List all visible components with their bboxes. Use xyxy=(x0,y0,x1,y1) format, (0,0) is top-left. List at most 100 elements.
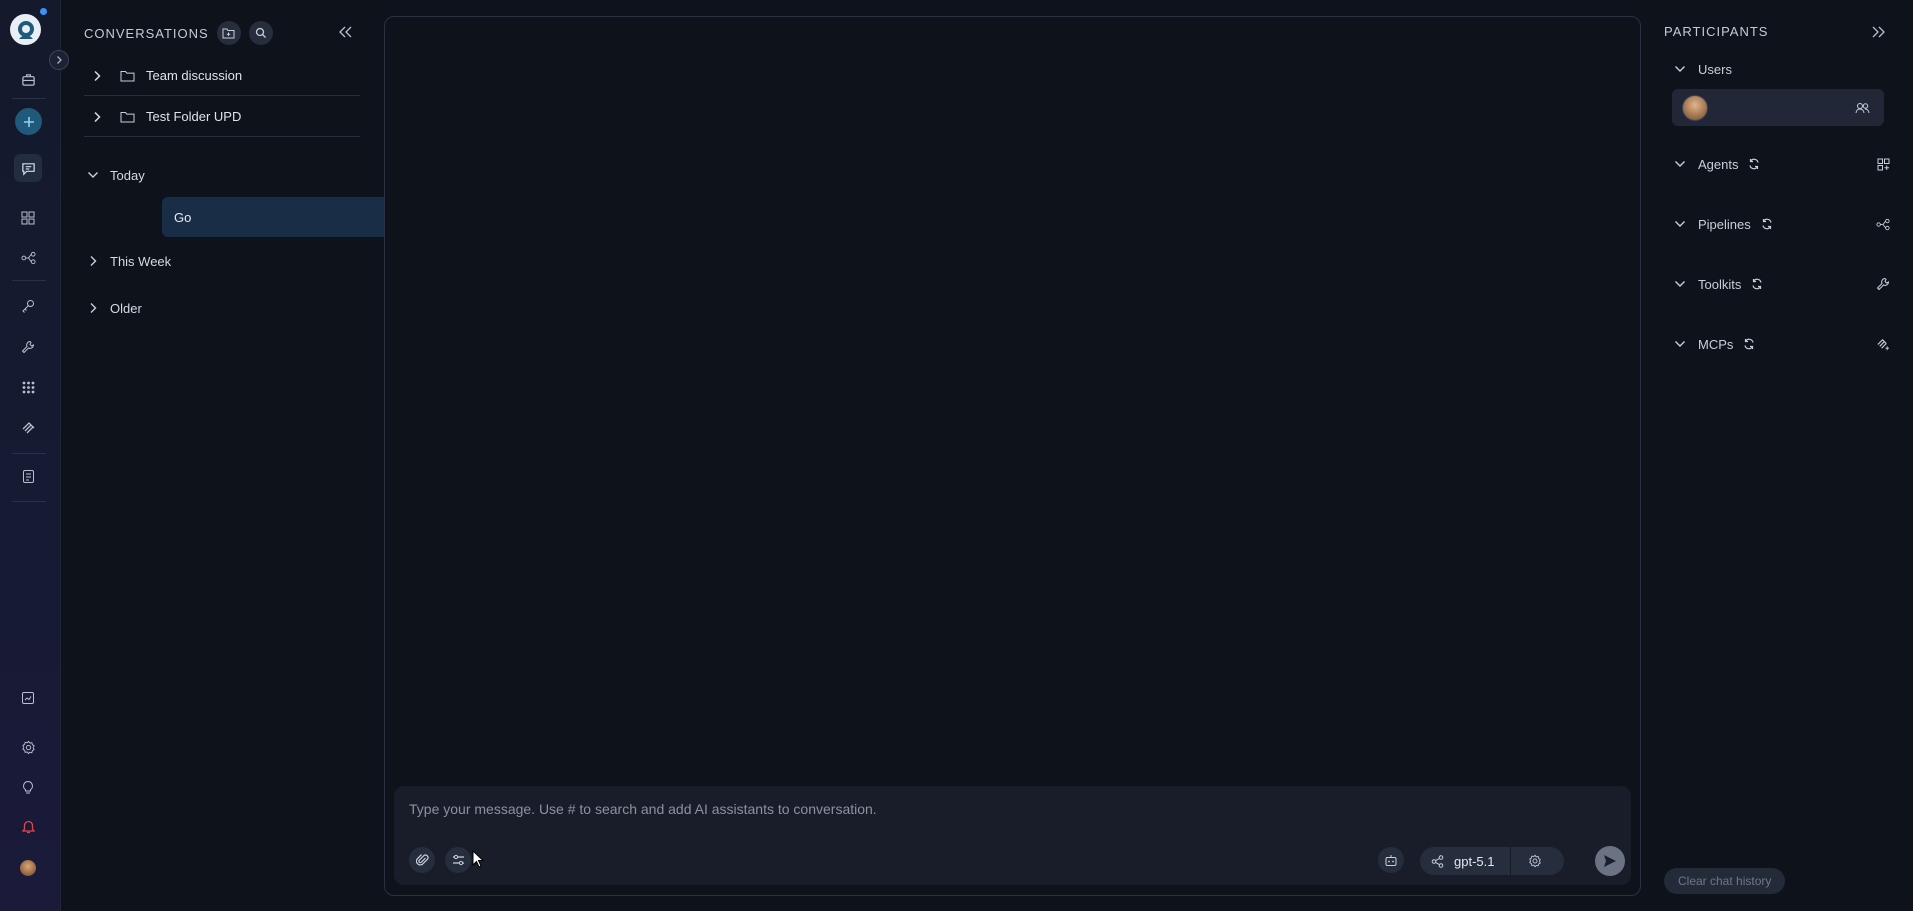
folder-icon xyxy=(120,70,136,82)
folder-icon xyxy=(120,111,136,123)
folder-row[interactable]: Team discussion xyxy=(84,56,360,96)
plus-icon xyxy=(23,116,34,127)
add-mcp-icon[interactable] xyxy=(1876,337,1890,351)
assistant-button[interactable] xyxy=(1378,847,1404,873)
rail-divider xyxy=(12,453,46,454)
collapse-conversations-button[interactable] xyxy=(335,22,355,42)
settings-icon xyxy=(21,740,35,754)
share-icon xyxy=(1420,854,1454,868)
chevron-right-icon xyxy=(86,111,108,123)
app-logo[interactable] xyxy=(10,14,41,45)
rail-tips[interactable] xyxy=(14,773,42,801)
rail-analytics[interactable] xyxy=(14,684,42,712)
expand-rail-button[interactable] xyxy=(49,50,69,70)
section-label: Users xyxy=(1698,61,1732,77)
folder-plus-icon xyxy=(222,28,235,39)
rail-credentials[interactable] xyxy=(14,292,42,320)
avatar xyxy=(1682,94,1708,121)
conversations-panel: CONVERSATIONS Team discussion Test Folde… xyxy=(62,0,422,911)
wrench-icon xyxy=(21,340,35,354)
conversations-header: CONVERSATIONS xyxy=(84,21,273,45)
participants-title: PARTICIPANTS xyxy=(1664,24,1769,39)
group-older[interactable]: Older xyxy=(84,296,142,320)
rail-pipelines[interactable] xyxy=(14,244,42,272)
send-icon xyxy=(1604,855,1616,867)
rail-apps[interactable] xyxy=(14,373,42,401)
refresh-icon[interactable] xyxy=(1751,278,1763,290)
notification-dot xyxy=(40,8,47,15)
rail-mcp[interactable] xyxy=(14,413,42,441)
message-input[interactable] xyxy=(409,798,1409,820)
add-pipeline-icon[interactable] xyxy=(1876,218,1890,231)
chevron-down-icon xyxy=(1672,339,1688,349)
rail-divider xyxy=(12,501,46,502)
clear-chat-history-button[interactable]: Clear chat history xyxy=(1664,868,1786,894)
message-composer: gpt-5.1 xyxy=(394,786,1631,885)
model-name: gpt-5.1 xyxy=(1454,853,1495,869)
section-users[interactable]: Users xyxy=(1672,58,1882,80)
section-pipelines[interactable]: Pipelines xyxy=(1672,213,1890,235)
search-conversations-button[interactable] xyxy=(248,21,273,45)
users-icon[interactable] xyxy=(1855,102,1870,114)
folder-label: Team discussion xyxy=(146,68,243,83)
new-folder-button[interactable] xyxy=(216,21,241,45)
model-selector[interactable]: gpt-5.1 xyxy=(1420,847,1564,875)
mouse-cursor-icon xyxy=(472,850,484,868)
section-toolkits[interactable]: Toolkits xyxy=(1672,273,1890,295)
user-avatar[interactable] xyxy=(20,860,36,876)
double-chevron-right-icon xyxy=(1872,26,1885,38)
section-label: Toolkits xyxy=(1698,276,1742,292)
rail-settings[interactable] xyxy=(14,733,42,761)
group-label: Older xyxy=(110,300,142,316)
chevron-down-icon xyxy=(1672,219,1688,229)
section-label: Agents xyxy=(1698,156,1739,172)
sliders-icon xyxy=(452,854,464,866)
grid-icon xyxy=(21,211,35,225)
model-settings-button[interactable] xyxy=(1511,854,1559,868)
section-mcps[interactable]: MCPs xyxy=(1672,333,1890,355)
group-label: This Week xyxy=(110,253,172,269)
mcp-icon xyxy=(22,421,34,433)
add-toolkit-icon[interactable] xyxy=(1876,277,1890,291)
rail-divider xyxy=(12,280,46,281)
app-window: CONVERSATIONS Team discussion Test Folde… xyxy=(0,0,1913,911)
participants-panel: PARTICIPANTS Users Agents Pipelines Tool… xyxy=(1660,0,1913,911)
folder-row[interactable]: Test Folder UPD xyxy=(84,97,360,137)
refresh-icon[interactable] xyxy=(1748,158,1760,170)
chevron-down-icon xyxy=(1672,159,1688,169)
participant-user-card[interactable] xyxy=(1672,89,1884,126)
refresh-icon[interactable] xyxy=(1761,218,1773,230)
new-item-button[interactable] xyxy=(15,108,42,135)
rail-briefcase[interactable] xyxy=(14,65,42,93)
group-label: Today xyxy=(110,167,145,183)
chevron-down-icon xyxy=(1672,279,1688,289)
rail-notifications[interactable] xyxy=(14,813,42,841)
chevron-right-icon xyxy=(84,255,102,267)
chevron-down-icon xyxy=(1672,64,1688,74)
settings-sliders-button[interactable] xyxy=(445,847,471,873)
document-icon xyxy=(22,469,34,483)
rail-agents[interactable] xyxy=(14,204,42,232)
conversation-item-selected[interactable]: Go xyxy=(162,197,422,237)
rail-chat[interactable] xyxy=(14,154,42,182)
refresh-icon[interactable] xyxy=(1743,338,1755,350)
chat-area: gpt-5.1 xyxy=(384,16,1641,896)
rail-artifacts[interactable] xyxy=(14,462,42,490)
collapse-participants-button[interactable] xyxy=(1867,21,1891,43)
chevron-right-icon xyxy=(84,302,102,314)
rail-toolkits[interactable] xyxy=(14,333,42,361)
group-today[interactable]: Today xyxy=(84,163,145,187)
section-label: MCPs xyxy=(1698,336,1734,352)
briefcase-icon xyxy=(21,73,35,86)
section-agents[interactable]: Agents xyxy=(1672,153,1890,175)
folder-label: Test Folder UPD xyxy=(146,109,242,124)
group-this-week[interactable]: This Week xyxy=(84,249,171,273)
robot-icon xyxy=(1385,854,1397,866)
chevron-down-icon xyxy=(84,170,102,180)
attach-button[interactable] xyxy=(409,847,435,873)
send-button[interactable] xyxy=(1595,846,1625,876)
add-agent-icon[interactable] xyxy=(1877,158,1890,171)
lightbulb-icon xyxy=(23,780,33,793)
gear-icon xyxy=(1529,854,1541,868)
chart-doc-icon xyxy=(22,692,34,704)
